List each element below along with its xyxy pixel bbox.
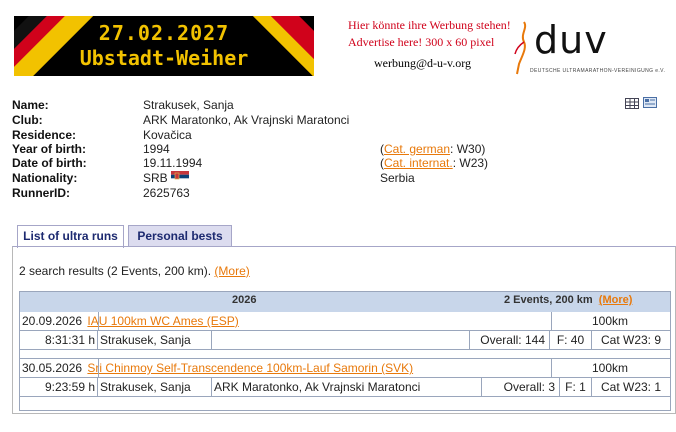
runner-year-of-birth: 1994 [143, 142, 170, 156]
table-more-link[interactable]: (More) [599, 294, 633, 306]
table-summary: 2 Events, 200 km (More) [504, 294, 632, 306]
finish-time: 8:31:31 h [20, 331, 98, 350]
table-header: 2026 2 Events, 200 km (More) [20, 292, 670, 312]
finish-time: 9:23:59 h [20, 378, 98, 397]
row-spacer [20, 397, 670, 409]
serbia-flag-icon [170, 171, 189, 182]
cat-internat-value: : W23) [452, 156, 489, 170]
duv-logo[interactable]: duv DEUTSCHE ULTRAMARATHON-VEREINIGUNG e… [512, 18, 665, 76]
label-nationality: Nationality: [12, 171, 78, 185]
column-divider [98, 359, 99, 378]
runner-id: 2625763 [143, 186, 190, 200]
event-date: 30.05.2026 [22, 361, 83, 375]
label-residence: Residence: [12, 128, 77, 142]
runner-name-cell: Strakusek, Sanja [98, 331, 212, 350]
table-row: 30.05.2026 Sri Chinmoy Self-Transcendenc… [20, 359, 552, 378]
ad-text-english: Advertise here! 300 x 60 pixel [348, 35, 495, 49]
results-more-link[interactable]: (More) [214, 264, 249, 278]
cat-german-link[interactable]: Cat. german [384, 142, 450, 156]
table-row: 20.09.2026 IAU 100km WC Ames (ESP) [20, 312, 552, 331]
search-results-summary: 2 search results (2 Events, 200 km). (Mo… [19, 264, 250, 278]
label-name: Name: [12, 98, 49, 112]
tab-personal-bests[interactable]: Personal bests [128, 225, 232, 246]
club-cell [212, 331, 470, 350]
row-spacer [20, 350, 670, 359]
cat-german: (Cat. german: W30) [380, 142, 485, 156]
cat-internat: (Cat. internat.: W23) [380, 156, 488, 170]
table-view-icon[interactable] [625, 98, 639, 109]
cat-german-value: : W30) [450, 142, 486, 156]
label-year-of-birth: Year of birth: [12, 142, 87, 156]
ad-email[interactable]: werbung@d-u-v.org [374, 56, 471, 71]
runner-residence: Kovačica [143, 128, 192, 142]
table-summary-text: 2 Events, 200 km [504, 294, 593, 306]
cat-internat-link[interactable]: Cat. internat. [384, 156, 453, 170]
gender-rank: F: 40 [550, 331, 592, 350]
category-rank: Cat W23: 1 [592, 378, 670, 397]
runner-date-of-birth: 19.11.1994 [143, 156, 203, 170]
event-link[interactable]: IAU 100km WC Ames (ESP) [87, 314, 238, 328]
runner-club: ARK Maratonko, Ak Vrajnski Maratonci [143, 113, 350, 127]
runner-name: Strakusek, Sanja [143, 98, 234, 112]
event-distance: 100km [552, 312, 670, 331]
results-count: 2 search results (2 Events, 200 km). [19, 264, 212, 278]
runner-name-cell: Strakusek, Sanja [98, 378, 212, 397]
overall-rank: Overall: 3 [482, 378, 560, 397]
advertisement[interactable]: Hier könnte ihre Werbung stehen! Adverti… [346, 16, 665, 76]
runner-nationality: SRB [143, 171, 189, 185]
event-distance: 100km [552, 359, 670, 378]
column-divider [98, 312, 99, 331]
table-year: 2026 [232, 294, 257, 306]
duv-wordmark: duv [534, 18, 608, 62]
gender-rank: F: 1 [560, 378, 592, 397]
ad-text-german: Hier könnte ihre Werbung stehen! [348, 18, 511, 32]
overall-rank: Overall: 144 [470, 331, 550, 350]
banner-place: Ubstadt-Weiher [79, 46, 249, 70]
banner-date: 27.02.2027 [98, 21, 230, 45]
event-banner[interactable]: 27.02.2027 Ubstadt-Weiher [14, 16, 314, 76]
event-link[interactable]: Sri Chinmoy Self-Transcendence 100km-Lau… [87, 361, 413, 375]
country-name: Serbia [380, 171, 415, 185]
label-club: Club: [12, 113, 43, 127]
results-table: 2026 2 Events, 200 km (More) 20.09.2026 … [19, 291, 671, 411]
tab-list-of-ultra-runs[interactable]: List of ultra runs [17, 225, 124, 248]
duv-subtitle: DEUTSCHE ULTRAMARATHON-VEREINIGUNG e.V. [530, 68, 666, 74]
nationality-code: SRB [143, 171, 168, 185]
event-date: 20.09.2026 [22, 314, 83, 328]
label-date-of-birth: Date of birth: [12, 156, 87, 170]
club-cell: ARK Maratonko, Ak Vrajnski Maratonci [212, 378, 482, 397]
card-view-icon[interactable] [643, 97, 657, 108]
category-rank: Cat W23: 9 [592, 331, 670, 350]
label-runner-id: RunnerID: [12, 186, 70, 200]
